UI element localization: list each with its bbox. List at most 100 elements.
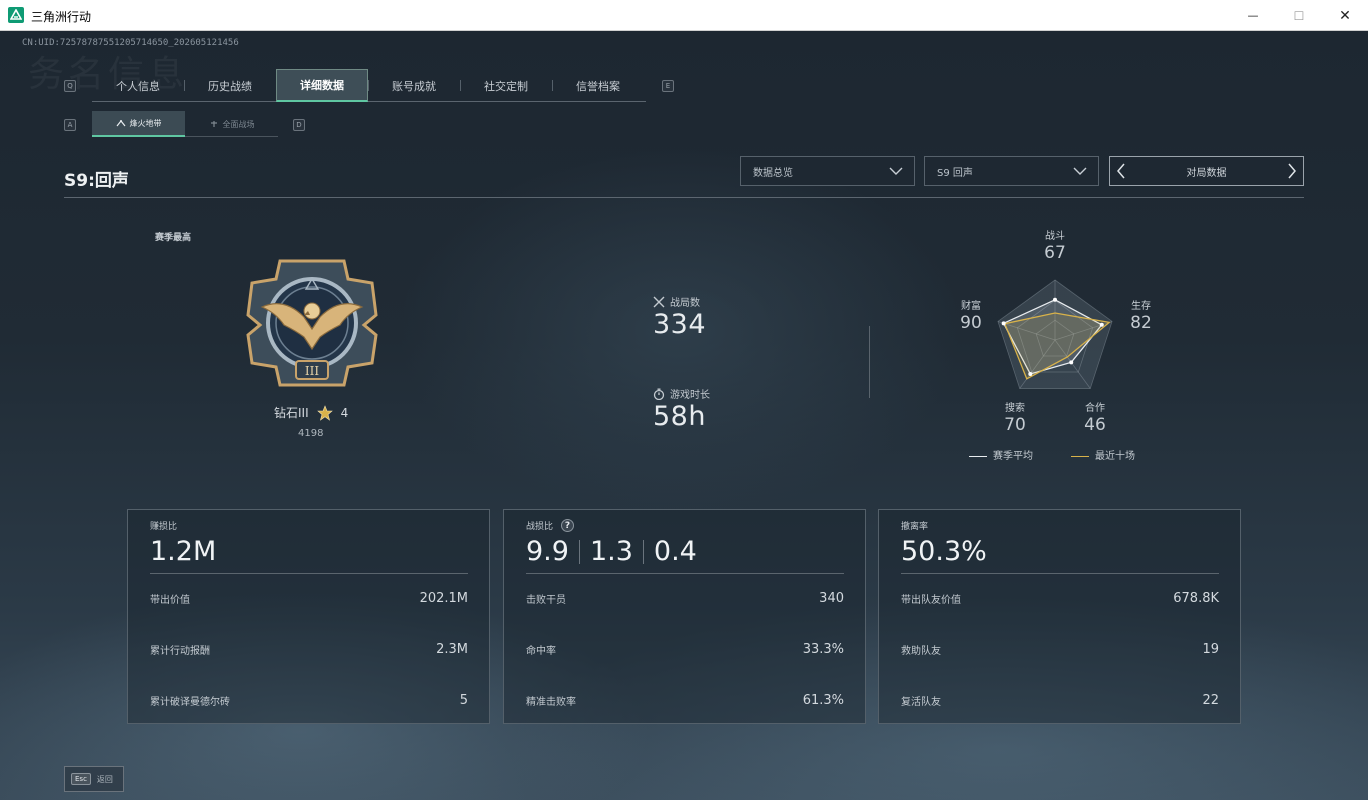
subtab-label: 烽火地带 [129, 118, 162, 128]
playtime-value: 58h [653, 401, 706, 432]
card-divider [526, 573, 844, 574]
chevron-right-icon [1288, 163, 1296, 179]
window-title: 三角洲行动 [31, 10, 92, 24]
card-row: 击败干员 340 [526, 591, 844, 606]
subtab-hazard-zone[interactable]: 烽火地带 [92, 111, 185, 137]
card-big-value: 50.3% [901, 536, 987, 567]
playtime-label: 游戏时长 [670, 390, 710, 401]
minimize-button[interactable]: — [1230, 0, 1276, 31]
card-label: 战损比 [526, 522, 554, 532]
tab-label: 详细数据 [300, 79, 344, 92]
pager-prev-button[interactable] [1110, 157, 1132, 185]
row-label: 命中率 [526, 646, 556, 657]
star-icon [316, 404, 333, 421]
row-value: 22 [1202, 693, 1219, 708]
row-label: 带出队友价值 [901, 595, 961, 606]
radar-point [1053, 297, 1057, 302]
row-value: 340 [819, 591, 844, 606]
card-label: 撤离率 [901, 522, 929, 532]
chevron-left-icon [1117, 163, 1125, 179]
card-row: 累计行动报酬 2.3M [150, 642, 468, 657]
tab-personal-info[interactable]: 个人信息 [92, 69, 184, 102]
rank-stars-count: 4 [340, 405, 349, 420]
card-row: 累计破译曼德尔砖 5 [150, 693, 468, 708]
card-row: 复活队友 22 [901, 693, 1219, 708]
pager-next-button[interactable] [1281, 157, 1303, 185]
rank-tier-label: 钻石III [274, 406, 309, 420]
help-icon[interactable]: ? [561, 519, 575, 532]
radar-point [1028, 371, 1033, 376]
radar-point [1099, 322, 1104, 327]
tab-match-history[interactable]: 历史战绩 [184, 69, 276, 102]
section-divider [869, 326, 870, 398]
legend-season-avg: 赛季平均 [969, 447, 1033, 462]
close-button[interactable]: ✕ [1322, 0, 1368, 31]
card-row: 带出价值 202.1M [150, 591, 468, 606]
radar-plot [997, 279, 1113, 389]
row-label: 带出价值 [150, 595, 190, 606]
key-hint-next-tab: E [662, 80, 674, 92]
kd-value-1: 9.9 [526, 536, 569, 567]
row-value: 5 [459, 693, 468, 708]
radar-legend: 赛季平均 最近十场 [969, 447, 1135, 462]
row-label: 击败干员 [526, 595, 566, 606]
kd-card: 战损比? 9.9 1.3 0.4 击败干员 340 命中率 33.3% 精准击败率 6… [503, 509, 866, 724]
radar-point [1069, 360, 1074, 365]
games-value: 334 [653, 309, 707, 340]
profit-card: 赚损比 1.2M 带出价值 202.1M 累计行动报酬 2.3M 累计破译曼德尔砖 5 [127, 509, 490, 724]
back-label: 返回 [96, 774, 113, 784]
esc-key-icon: Esc [71, 773, 91, 785]
row-value: 19 [1202, 642, 1219, 657]
rank-badge-eagle-icon: III [246, 259, 378, 387]
mode-subtabs: 烽火地带 全面战场 [92, 111, 278, 137]
extraction-card: 撤离率 50.3% 带出队友价值 678.8K 救助队友 19 复活队友 22 [878, 509, 1241, 724]
row-value: 33.3% [802, 642, 844, 657]
tab-label: 信誉档案 [576, 79, 620, 93]
window-titlebar: 三角洲行动 — ☐ ✕ [0, 0, 1368, 31]
card-big-value: 1.2M [150, 536, 217, 567]
card-divider [901, 573, 1219, 574]
season-dropdown[interactable]: S9 回声 [924, 156, 1099, 186]
legend-label: 赛季平均 [993, 451, 1033, 462]
game-viewport: 务名信息 CN:UID:7257878755120571465​0_202605… [0, 31, 1368, 800]
chevron-down-icon [1073, 167, 1087, 175]
subtab-label: 全面战场 [222, 119, 255, 129]
card-row: 精准击败率 61.3% [526, 693, 844, 708]
data-overview-dropdown[interactable]: 数据总览 [740, 156, 915, 186]
card-row: 命中率 33.3% [526, 642, 844, 657]
tab-social-custom[interactable]: 社交定制 [460, 69, 552, 102]
maximize-icon: ☐ [1293, 8, 1305, 23]
subtab-full-battlefield[interactable]: 全面战场 [185, 111, 278, 137]
row-label: 累计行动报酬 [150, 646, 210, 657]
row-value: 61.3% [802, 693, 844, 708]
match-data-pager: 对局数据 [1109, 156, 1304, 186]
tab-achievements[interactable]: 账号成就 [368, 69, 460, 102]
row-value: 2.3M [436, 642, 468, 657]
ability-radar-chart: 战斗 67 生存 82 合作 46 搜索 70 财富 90 [945, 221, 1165, 466]
row-label: 精准击败率 [526, 697, 576, 708]
maximize-button[interactable]: ☐ [1276, 0, 1322, 31]
close-icon: ✕ [1339, 7, 1351, 24]
pager-label: 对局数据 [1186, 167, 1227, 179]
tab-credit-record[interactable]: 信誉档案 [552, 69, 644, 102]
minimize-icon: — [1247, 9, 1259, 22]
season-best-label: 赛季最高 [155, 233, 192, 243]
chevron-down-icon [889, 167, 903, 175]
app-logo-icon [8, 7, 24, 23]
header-divider [64, 197, 1304, 198]
tab-label: 个人信息 [116, 79, 160, 93]
back-button[interactable]: Esc 返回 [64, 766, 124, 792]
tab-detailed-data[interactable]: 详细数据 [276, 69, 368, 102]
games-label: 战局数 [670, 298, 700, 309]
kd-value-3: 0.4 [653, 536, 697, 567]
key-hint-next-subtab: D [293, 119, 305, 131]
dropdown-value: 数据总览 [753, 167, 793, 179]
card-row: 带出队友价值 678.8K [901, 591, 1219, 606]
badge-tier-numeral: III [305, 364, 319, 378]
row-value: 202.1M [419, 591, 468, 606]
kd-value-2: 1.3 [589, 536, 633, 567]
season-title: S9:回声 [64, 171, 129, 191]
key-hint-prev-tab: Q [64, 80, 76, 92]
rank-score: 4198 [298, 428, 324, 439]
card-divider [150, 573, 468, 574]
